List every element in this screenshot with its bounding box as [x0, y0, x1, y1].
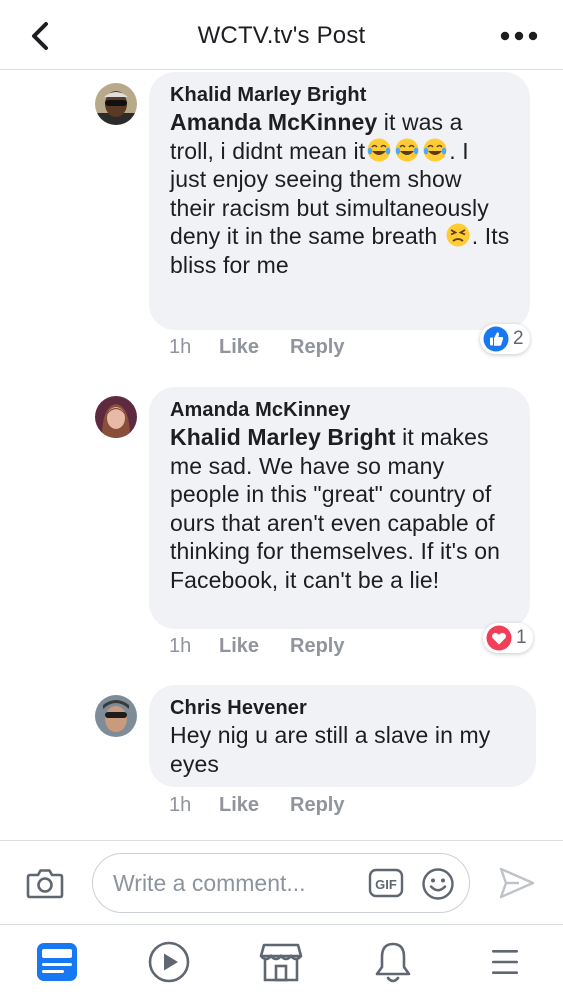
camera-icon	[26, 869, 64, 899]
send-icon	[499, 867, 535, 899]
comment-text: Hey nig u are still a slave in my eyes	[170, 722, 491, 777]
news-feed-icon	[37, 943, 77, 981]
comment-bubble: Khalid Marley Bright Amanda McKinney it …	[149, 72, 530, 330]
comment-bubble: Chris Hevener Hey nig u are still a slav…	[149, 685, 536, 787]
comment-timestamp: 1h	[169, 635, 192, 657]
nav-notifications[interactable]	[370, 939, 416, 985]
top-bar: WCTV.tv's Post	[0, 0, 563, 70]
like-button[interactable]: Like	[219, 336, 259, 359]
marketplace-icon	[259, 943, 303, 982]
more-horizontal-icon	[500, 31, 538, 41]
nav-menu[interactable]	[482, 939, 528, 985]
menu-icon	[492, 950, 518, 974]
tears-of-joy-emoji	[365, 138, 449, 164]
avatar[interactable]	[95, 83, 137, 125]
comment-timestamp: 1h	[169, 794, 192, 816]
reaction-summary[interactable]: 1	[483, 623, 533, 653]
nav-news-feed[interactable]	[34, 939, 80, 985]
comment-text: Khalid Marley Bright it makes me sad. We…	[170, 424, 501, 593]
comment-input[interactable]	[113, 868, 363, 898]
comment-box: GIF	[92, 853, 470, 913]
more-options-button[interactable]	[497, 18, 541, 54]
page-title: WCTV.tv's Post	[197, 22, 366, 49]
nav-watch[interactable]	[146, 939, 192, 985]
like-reaction-icon	[483, 326, 509, 352]
avatar[interactable]	[95, 396, 137, 438]
send-button[interactable]	[497, 865, 537, 901]
mention-link[interactable]: Amanda McKinney	[170, 109, 377, 135]
comment-author[interactable]: Khalid Marley Bright	[170, 82, 510, 108]
reaction-count: 1	[516, 627, 527, 648]
camera-button[interactable]	[26, 865, 64, 901]
like-button[interactable]: Like	[219, 635, 259, 658]
love-reaction-icon	[486, 625, 512, 651]
comment-bubble: Amanda McKinney Khalid Marley Bright it …	[149, 387, 530, 629]
persevering-face-emoji	[444, 223, 472, 249]
comment-author[interactable]: Amanda McKinney	[170, 397, 510, 423]
reply-button[interactable]: Reply	[290, 635, 344, 658]
avatar[interactable]	[95, 695, 137, 737]
comment-timestamp: 1h	[169, 336, 192, 358]
reaction-summary[interactable]: 2	[480, 324, 530, 354]
reply-button[interactable]: Reply	[290, 336, 344, 359]
like-button[interactable]: Like	[219, 794, 259, 817]
comment-composer: GIF	[0, 840, 563, 924]
mention-link[interactable]: Khalid Marley Bright	[170, 424, 396, 450]
comment-author[interactable]: Chris Hevener	[170, 695, 516, 721]
reaction-count: 2	[513, 328, 524, 349]
emoji-button[interactable]	[421, 867, 455, 901]
svg-text:GIF: GIF	[375, 877, 397, 892]
reply-button[interactable]: Reply	[290, 794, 344, 817]
notifications-icon	[375, 942, 411, 983]
comment-text: Amanda McKinney it was a troll, i didnt …	[170, 109, 510, 278]
nav-marketplace[interactable]	[258, 939, 304, 985]
bottom-navigation	[0, 924, 563, 1000]
smiley-icon	[422, 868, 454, 900]
watch-icon	[148, 941, 190, 983]
gif-button[interactable]: GIF	[368, 868, 404, 898]
gif-icon: GIF	[368, 868, 404, 898]
